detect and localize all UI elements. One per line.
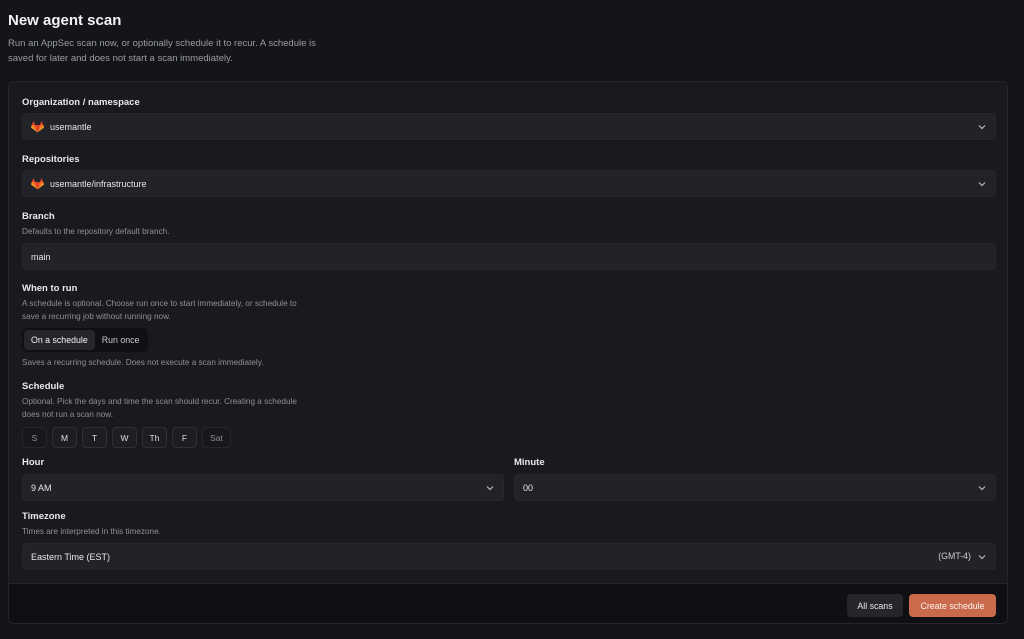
form-footer: All scans Create schedule	[9, 583, 1007, 623]
timezone-select[interactable]: Eastern Time (EST) (GMT-4)	[22, 543, 996, 570]
chevron-down-icon	[978, 182, 986, 187]
day-wednesday[interactable]: W	[112, 427, 137, 448]
repos-label: Repositories	[22, 154, 80, 165]
chevron-down-icon	[486, 486, 494, 491]
branch-input[interactable]: main	[22, 243, 996, 270]
hour-select[interactable]: 9 AM	[22, 474, 504, 501]
on-schedule-option[interactable]: On a schedule	[24, 330, 95, 350]
run-mode-toggle: On a schedule Run once	[22, 328, 149, 352]
branch-label: Branch	[22, 211, 55, 222]
chevron-down-icon	[978, 486, 986, 491]
when-label: When to run	[22, 283, 78, 294]
day-monday[interactable]: M	[52, 427, 77, 448]
repos-select[interactable]: usemantle/infrastructure	[22, 170, 996, 197]
org-value: usemantle	[50, 121, 92, 132]
day-friday[interactable]: F	[172, 427, 197, 448]
minute-value: 00	[523, 482, 534, 493]
gitlab-icon	[31, 177, 44, 189]
when-help: A schedule is optional. Choose run once …	[22, 299, 297, 321]
org-label: Organization / namespace	[22, 97, 140, 108]
timezone-label: Timezone	[22, 511, 66, 522]
branch-value: main	[31, 251, 51, 262]
page-title: New agent scan	[8, 12, 122, 29]
chevron-down-icon	[978, 555, 986, 560]
day-thursday[interactable]: Th	[142, 427, 167, 448]
create-schedule-button[interactable]: Create schedule	[909, 594, 996, 617]
page-description: Run an AppSec scan now, or optionally sc…	[8, 38, 316, 64]
timezone-offset: (GMT-4)	[938, 551, 971, 561]
day-picker: S M T W Th F Sat	[22, 427, 231, 448]
timezone-help: Times are interpreted in this timezone.	[22, 527, 161, 536]
chevron-down-icon	[978, 125, 986, 130]
when-note: Saves a recurring schedule. Does not exe…	[22, 358, 264, 367]
schedule-label: Schedule	[22, 381, 65, 392]
day-saturday[interactable]: Sat	[202, 427, 231, 448]
timezone-value: Eastern Time (EST)	[31, 551, 111, 562]
gitlab-icon	[31, 120, 44, 132]
scan-form-card: Organization / namespace usemantle Repos…	[8, 81, 1008, 624]
schedule-help: Optional. Pick the days and time the sca…	[22, 397, 297, 419]
day-sunday[interactable]: S	[22, 427, 47, 448]
all-scans-button[interactable]: All scans	[847, 594, 903, 617]
branch-help: Defaults to the repository default branc…	[22, 227, 170, 236]
minute-select[interactable]: 00	[514, 474, 996, 501]
hour-label: Hour	[22, 457, 45, 468]
org-select[interactable]: usemantle	[22, 113, 996, 140]
repos-value: usemantle/infrastructure	[50, 178, 147, 189]
run-once-option[interactable]: Run once	[95, 330, 147, 350]
day-tuesday[interactable]: T	[82, 427, 107, 448]
minute-label: Minute	[514, 457, 545, 468]
hour-value: 9 AM	[31, 482, 52, 493]
